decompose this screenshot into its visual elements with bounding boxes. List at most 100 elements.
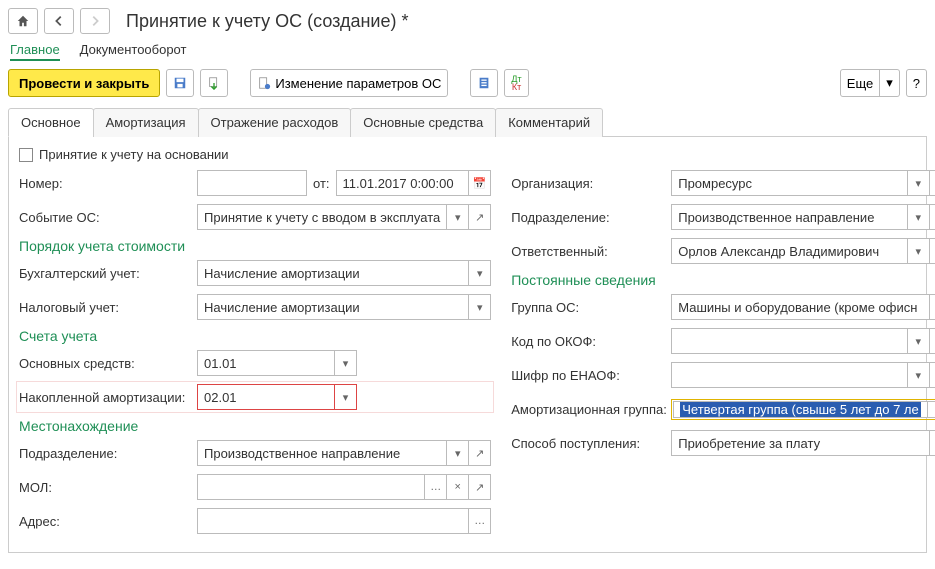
dtkt-button[interactable]: ДтКт — [504, 69, 528, 97]
dept-left-open-button[interactable]: ↗ — [469, 440, 491, 466]
addr-label: Адрес: — [19, 514, 197, 529]
okof-input[interactable] — [671, 328, 908, 354]
addr-input[interactable] — [197, 508, 469, 534]
dept-right-dropdown-button[interactable]: ▾ — [908, 204, 930, 230]
amort-group-label: Амортизационная группа: — [511, 402, 671, 417]
forward-button[interactable] — [80, 8, 110, 34]
acc-amort-dropdown-button[interactable]: ▾ — [335, 384, 357, 410]
viewtab-main[interactable]: Главное — [10, 40, 60, 61]
caret-down-icon: ▾ — [915, 369, 921, 382]
open-icon: ↗ — [475, 447, 484, 460]
section-cost: Порядок учета стоимости — [19, 238, 491, 254]
event-input[interactable]: Принятие к учету с вводом в эксплуата — [197, 204, 447, 230]
date-input[interactable]: 11.01.2017 0:00:00 — [336, 170, 470, 196]
dept-right-open-button[interactable]: ↗ — [930, 204, 935, 230]
post-button[interactable] — [200, 69, 228, 97]
date-picker-button[interactable]: 📅 — [469, 170, 491, 196]
dept-left-input[interactable]: Производственное направление — [197, 440, 447, 466]
nu-input[interactable]: Начисление амортизации — [197, 294, 469, 320]
method-dropdown-button[interactable]: ▾ — [930, 430, 935, 456]
amort-group-dropdown-button[interactable]: ▾ — [928, 401, 935, 418]
org-dropdown-button[interactable]: ▾ — [908, 170, 930, 196]
enaof-open-button[interactable]: ↗ — [930, 362, 935, 388]
enaof-input[interactable] — [671, 362, 908, 388]
open-icon: ↗ — [475, 211, 484, 224]
group-input[interactable]: Машины и оборудование (кроме офисн — [671, 294, 930, 320]
org-input[interactable]: Промресурс — [671, 170, 908, 196]
org-label: Организация: — [511, 176, 671, 191]
nu-label: Налоговый учет: — [19, 300, 197, 315]
tab-fixed-assets[interactable]: Основные средства — [350, 108, 496, 137]
event-open-button[interactable]: ↗ — [469, 204, 491, 230]
post-and-close-button[interactable]: Провести и закрыть — [8, 69, 160, 97]
group-dropdown-button[interactable]: ▾ — [930, 294, 935, 320]
help-button[interactable]: ? — [906, 69, 927, 97]
resp-open-button[interactable]: ↗ — [930, 238, 935, 264]
enaof-label: Шифр по ЕНАОФ: — [511, 368, 671, 383]
bu-label: Бухгалтерский учет: — [19, 266, 197, 281]
document-icon — [257, 76, 271, 90]
dept-right-input[interactable]: Производственное направление — [671, 204, 908, 230]
caret-down-icon: ▾ — [915, 335, 921, 348]
okof-dropdown-button[interactable]: ▾ — [908, 328, 930, 354]
number-input[interactable] — [197, 170, 307, 196]
resp-input[interactable]: Орлов Александр Владимирович — [671, 238, 908, 264]
event-label: Событие ОС: — [19, 210, 197, 225]
change-params-label: Изменение параметров ОС — [275, 76, 441, 91]
home-button[interactable] — [8, 8, 38, 34]
org-open-button[interactable]: ↗ — [930, 170, 935, 196]
number-label: Номер: — [19, 176, 197, 191]
acc-os-label: Основных средств: — [19, 356, 197, 371]
change-params-button[interactable]: Изменение параметров ОС — [250, 69, 448, 97]
arrow-right-icon — [88, 14, 102, 28]
mol-input[interactable] — [197, 474, 425, 500]
okof-open-button[interactable]: ↗ — [930, 328, 935, 354]
acc-amort-label: Накопленной амортизации: — [19, 390, 197, 405]
dtkt-icon: ДтКт — [511, 75, 521, 91]
bu-input[interactable]: Начисление амортизации — [197, 260, 469, 286]
close-icon: × — [455, 481, 461, 493]
tab-expenses[interactable]: Отражение расходов — [198, 108, 352, 137]
caret-down-icon: ▾ — [343, 357, 349, 370]
tab-amortization[interactable]: Амортизация — [93, 108, 199, 137]
from-label: от: — [313, 176, 330, 191]
caret-down-icon: ▾ — [455, 447, 461, 460]
caret-down-icon: ▾ — [477, 267, 483, 280]
caret-down-icon: ▾ — [477, 301, 483, 314]
acc-os-input[interactable]: 01.01 — [197, 350, 335, 376]
dept-left-label: Подразделение: — [19, 446, 197, 461]
acc-amort-input[interactable]: 02.01 — [197, 384, 335, 410]
report-button[interactable] — [470, 69, 498, 97]
viewtab-docflow[interactable]: Документооборот — [80, 40, 187, 61]
acc-os-dropdown-button[interactable]: ▾ — [335, 350, 357, 376]
caret-down-icon: ▾ — [915, 245, 921, 258]
home-icon — [16, 14, 30, 28]
section-const: Постоянные сведения — [511, 272, 935, 288]
arrow-left-icon — [52, 14, 66, 28]
tab-comment[interactable]: Комментарий — [495, 108, 603, 137]
amort-group-value: Четвертая группа (свыше 5 лет до 7 ле — [680, 402, 921, 417]
event-dropdown-button[interactable]: ▾ — [447, 204, 469, 230]
method-input[interactable]: Приобретение за плату — [671, 430, 930, 456]
mol-select-button[interactable]: … — [425, 474, 447, 500]
nu-dropdown-button[interactable]: ▾ — [469, 294, 491, 320]
resp-dropdown-button[interactable]: ▾ — [908, 238, 930, 264]
dept-left-dropdown-button[interactable]: ▾ — [447, 440, 469, 466]
save-icon — [173, 76, 187, 90]
tab-main[interactable]: Основное — [8, 108, 94, 137]
bu-dropdown-button[interactable]: ▾ — [469, 260, 491, 286]
dots-icon: … — [430, 481, 441, 493]
open-icon: ↗ — [475, 481, 484, 494]
basis-checkbox[interactable] — [19, 148, 33, 162]
amort-group-input[interactable]: Четвертая группа (свыше 5 лет до 7 ле — [673, 401, 928, 418]
more-button[interactable]: Еще — [840, 69, 880, 97]
addr-select-button[interactable]: … — [469, 508, 491, 534]
dots-icon: … — [474, 515, 485, 527]
mol-clear-button[interactable]: × — [447, 474, 469, 500]
caret-down-icon: ▾ — [915, 177, 921, 190]
mol-open-button[interactable]: ↗ — [469, 474, 491, 500]
save-button[interactable] — [166, 69, 194, 97]
enaof-dropdown-button[interactable]: ▾ — [908, 362, 930, 388]
more-dropdown-button[interactable]: ▾ — [880, 69, 900, 97]
back-button[interactable] — [44, 8, 74, 34]
